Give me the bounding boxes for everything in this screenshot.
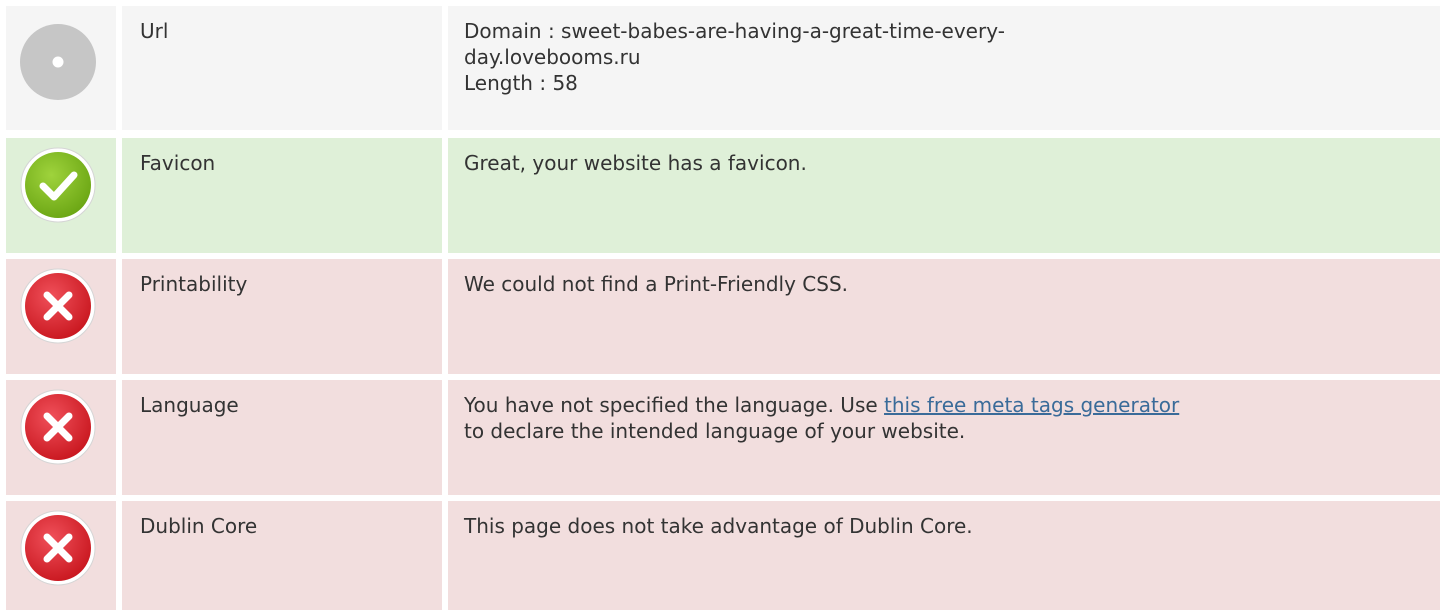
row-label: Dublin Core	[122, 501, 442, 610]
row-value: Domain : sweet-babes-are-having-a-great-…	[448, 6, 1440, 130]
status-cell	[6, 138, 116, 253]
status-cell	[6, 501, 116, 610]
table-row-language: Language You have not specified the lang…	[0, 380, 1446, 495]
status-cell	[6, 380, 116, 495]
row-label: Printability	[122, 259, 442, 374]
row-label: Language	[122, 380, 442, 495]
domain-line: Domain : sweet-babes-are-having-a-great-…	[464, 19, 1005, 43]
row-value: Great, your website has a favicon.	[448, 138, 1440, 253]
row-label: Url	[122, 6, 442, 130]
language-message-continued: to declare the intended language of your…	[464, 419, 966, 443]
table-row-favicon: Favicon Great, your website has a favico…	[0, 138, 1446, 253]
row-label: Favicon	[122, 138, 442, 253]
red-x-icon	[20, 510, 96, 586]
row-value: This page does not take advantage of Dub…	[448, 501, 1440, 610]
green-check-icon	[20, 147, 96, 223]
language-message: You have not specified the language. Use	[464, 393, 885, 417]
length-line: Length : 58	[464, 71, 578, 95]
red-x-icon	[20, 389, 96, 465]
row-value: We could not find a Print-Friendly CSS.	[448, 259, 1440, 374]
seo-results-table: Url Domain : sweet-babes-are-having-a-gr…	[0, 0, 1446, 610]
meta-tags-generator-link[interactable]: this free meta tags generator	[884, 393, 1179, 417]
row-value: You have not specified the language. Use…	[448, 380, 1440, 495]
domain-line-continued: day.lovebooms.ru	[464, 45, 641, 69]
table-row-url: Url Domain : sweet-babes-are-having-a-gr…	[0, 6, 1446, 130]
status-cell	[6, 259, 116, 374]
table-row-printability: Printability We could not find a Print-F…	[0, 259, 1446, 374]
status-cell	[6, 6, 116, 130]
table-row-dublin-core: Dublin Core This page does not take adva…	[0, 501, 1446, 610]
neutral-circle-icon	[20, 24, 96, 100]
red-x-icon	[20, 268, 96, 344]
